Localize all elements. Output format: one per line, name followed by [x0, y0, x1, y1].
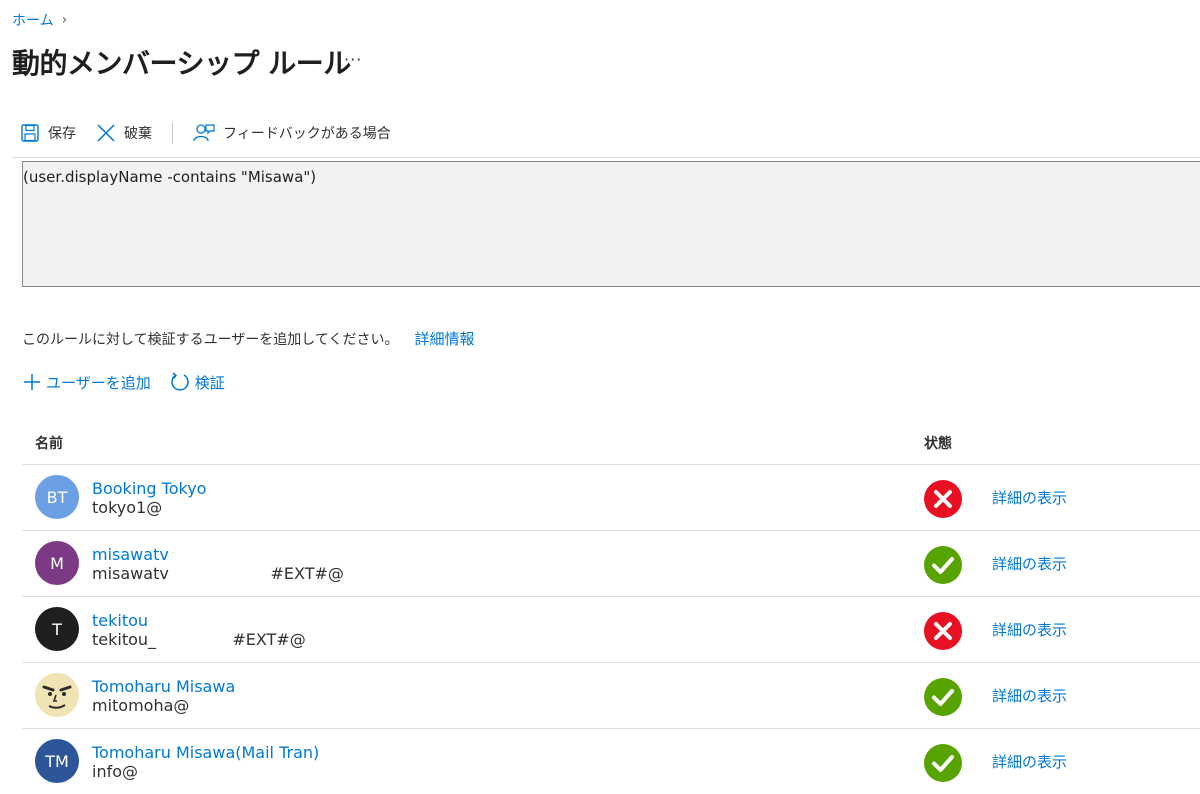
user-email: info@: [92, 762, 139, 781]
table-row[interactable]: TM Tomoharu Misawa(Mail Tran) info@ 詳細の表…: [22, 729, 1200, 794]
add-user-button[interactable]: ユーザーを追加: [22, 372, 151, 393]
column-header-status[interactable]: 状態: [924, 433, 952, 453]
validation-actions: ユーザーを追加 検証: [22, 371, 243, 393]
breadcrumb-home-link[interactable]: ホーム: [12, 10, 54, 30]
table-row[interactable]: Tomoharu Misawa mitomoha@ 詳細の表示: [22, 663, 1200, 728]
discard-label: 破棄: [124, 126, 152, 142]
toolbar-divider: [12, 157, 1200, 158]
avatar: T: [35, 607, 79, 651]
success-icon: [924, 744, 962, 782]
save-button[interactable]: 保存: [20, 123, 76, 143]
command-bar: 保存 破棄 フィードバックがある場合: [20, 122, 411, 144]
user-name-link[interactable]: tekitou: [92, 611, 148, 630]
view-details-link[interactable]: 詳細の表示: [992, 685, 1067, 706]
success-icon: [924, 546, 962, 584]
view-details-link[interactable]: 詳細の表示: [992, 487, 1067, 508]
validation-hint: このルールに対して検証するユーザーを追加してください。 詳細情報: [22, 328, 474, 349]
user-email: tokyo1@: [92, 498, 163, 517]
success-icon: [924, 678, 962, 716]
avatar: BT: [35, 475, 79, 519]
avatar: [35, 673, 79, 717]
user-name-link[interactable]: Tomoharu Misawa(Mail Tran): [92, 743, 319, 762]
user-name-link[interactable]: Booking Tokyo: [92, 479, 206, 498]
view-details-link[interactable]: 詳細の表示: [992, 553, 1067, 574]
error-icon: [924, 612, 962, 650]
discard-button[interactable]: 破棄: [96, 123, 152, 143]
breadcrumb: ホーム ›: [12, 10, 67, 30]
close-icon: [97, 124, 115, 142]
error-icon: [924, 480, 962, 518]
save-label: 保存: [48, 126, 76, 142]
column-header-name[interactable]: 名前: [35, 433, 63, 453]
user-name-link[interactable]: misawatv: [92, 545, 169, 564]
chevron-right-icon: ›: [61, 12, 68, 28]
toolbar-separator: [172, 122, 173, 144]
avatar: TM: [35, 739, 79, 783]
page-title: 動的メンバーシップ ルール: [12, 47, 351, 80]
validate-label: 検証: [194, 373, 225, 392]
add-user-label: ユーザーを追加: [46, 373, 151, 392]
feedback-button[interactable]: フィードバックがある場合: [193, 123, 391, 143]
user-photo-icon: [35, 673, 79, 717]
view-details-link[interactable]: 詳細の表示: [992, 751, 1067, 772]
table-row[interactable]: T tekitou tekitou_ #EXT#@ 詳細の表示: [22, 597, 1200, 662]
user-email: mitomoha@: [92, 696, 190, 715]
avatar: M: [35, 541, 79, 585]
more-options-button[interactable]: ···: [344, 50, 362, 69]
save-icon: [21, 124, 39, 142]
rule-expression-textarea[interactable]: (user.displayName -contains "Misawa"): [22, 161, 1200, 287]
refresh-icon: [171, 372, 189, 391]
user-email: tekitou_ #EXT#@: [92, 630, 306, 649]
view-details-link[interactable]: 詳細の表示: [992, 619, 1067, 640]
plus-icon: [24, 374, 40, 390]
user-email: misawatv #EXT#@: [92, 564, 344, 583]
feedback-icon: [193, 124, 215, 142]
feedback-label: フィードバックがある場合: [223, 126, 391, 142]
table-row[interactable]: BT Booking Tokyo tokyo1@ 詳細の表示: [22, 465, 1200, 530]
validation-hint-text: このルールに対して検証するユーザーを追加してください。: [22, 331, 399, 348]
learn-more-link[interactable]: 詳細情報: [414, 328, 474, 349]
validate-button[interactable]: 検証: [169, 371, 225, 393]
table-row[interactable]: M misawatv misawatv #EXT#@ 詳細の表示: [22, 531, 1200, 596]
user-name-link[interactable]: Tomoharu Misawa: [92, 677, 235, 696]
